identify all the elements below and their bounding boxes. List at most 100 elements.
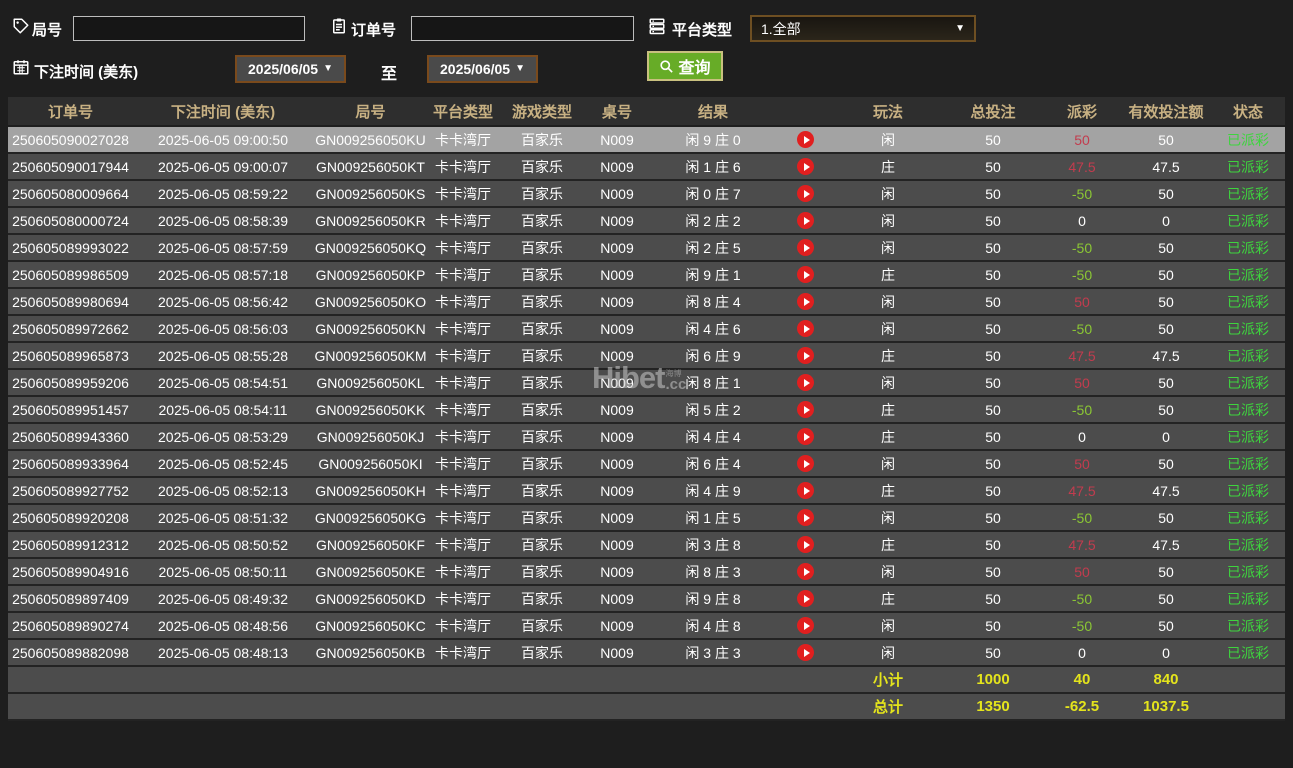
replay-play-icon[interactable]: [797, 185, 814, 203]
cell-bet-time: 2025-06-05 08:55:28: [133, 342, 313, 370]
table-row[interactable]: 250605090017944 2025-06-05 09:00:07 GN00…: [8, 153, 1285, 181]
cell-valid-bet: 50: [1121, 315, 1211, 343]
cell-play-type: 庄: [833, 477, 943, 505]
replay-play-icon[interactable]: [797, 239, 814, 257]
round-input[interactable]: [73, 16, 305, 41]
platform-label: 平台类型: [672, 22, 733, 39]
cell-table-no: N009: [586, 423, 648, 451]
cell-table-no: N009: [586, 612, 648, 640]
replay-play-icon[interactable]: [797, 536, 814, 554]
cell-game-type: 百家乐: [498, 558, 586, 586]
cell-game-type: 百家乐: [498, 369, 586, 397]
date-from-picker[interactable]: 2025/06/05 ▼: [235, 55, 346, 83]
cell-total-bet: 50: [943, 423, 1043, 451]
replay-play-icon[interactable]: [797, 482, 814, 500]
col-status: 状态: [1211, 97, 1285, 127]
cell-play-type: 闲: [833, 288, 943, 316]
col-table-no: 桌号: [586, 97, 648, 127]
replay-play-icon[interactable]: [797, 644, 814, 662]
status-badge: 已派彩: [1211, 612, 1285, 640]
table-row[interactable]: 250605089927752 2025-06-05 08:52:13 GN00…: [8, 477, 1285, 505]
table-row[interactable]: 250605089904916 2025-06-05 08:50:11 GN00…: [8, 558, 1285, 586]
replay-play-icon[interactable]: [797, 266, 814, 284]
replay-play-icon[interactable]: [797, 374, 814, 392]
order-label: 订单号: [351, 22, 397, 39]
cell-total-bet: 50: [943, 504, 1043, 532]
table-row[interactable]: 250605089951457 2025-06-05 08:54:11 GN00…: [8, 396, 1285, 424]
cell-platform: 卡卡湾厅: [428, 558, 498, 586]
table-row[interactable]: 250605089986509 2025-06-05 08:57:18 GN00…: [8, 261, 1285, 289]
cell-payout: -50: [1043, 504, 1121, 532]
cell-bet-time: 2025-06-05 08:59:22: [133, 180, 313, 208]
cell-order: 250605089965873: [8, 342, 133, 370]
col-result: 结果: [648, 97, 778, 127]
col-platform: 平台类型: [428, 97, 498, 127]
cell-game-type: 百家乐: [498, 342, 586, 370]
cell-valid-bet: 47.5: [1121, 477, 1211, 505]
total-row: 总计 1350 -62.5 1037.5: [8, 693, 1285, 721]
table-row[interactable]: 250605089980694 2025-06-05 08:56:42 GN00…: [8, 288, 1285, 316]
table-row[interactable]: 250605089993022 2025-06-05 08:57:59 GN00…: [8, 234, 1285, 262]
table-row[interactable]: 250605089890274 2025-06-05 08:48:56 GN00…: [8, 612, 1285, 640]
cell-result: 闲 3 庄 8: [648, 531, 778, 559]
cell-order: 250605089972662: [8, 315, 133, 343]
replay-play-icon[interactable]: [797, 212, 814, 230]
search-button[interactable]: 查询: [647, 51, 723, 81]
replay-play-icon[interactable]: [797, 455, 814, 473]
table-row[interactable]: 250605089920208 2025-06-05 08:51:32 GN00…: [8, 504, 1285, 532]
cell-result: 闲 4 庄 4: [648, 423, 778, 451]
cell-table-no: N009: [586, 315, 648, 343]
cell-payout: 50: [1043, 288, 1121, 316]
cell-play-type: 庄: [833, 585, 943, 613]
replay-play-icon[interactable]: [797, 320, 814, 338]
table-row[interactable]: 250605089972662 2025-06-05 08:56:03 GN00…: [8, 315, 1285, 343]
replay-play-icon[interactable]: [797, 428, 814, 446]
table-row[interactable]: 250605089965873 2025-06-05 08:55:28 GN00…: [8, 342, 1285, 370]
cell-play-type: 庄: [833, 531, 943, 559]
cell-table-no: N009: [586, 531, 648, 559]
search-button-label: 查询: [678, 60, 711, 77]
cell-total-bet: 50: [943, 261, 1043, 289]
cell-bet-time: 2025-06-05 08:54:51: [133, 369, 313, 397]
table-row[interactable]: 250605089943360 2025-06-05 08:53:29 GN00…: [8, 423, 1285, 451]
status-badge: 已派彩: [1211, 180, 1285, 208]
cell-result: 闲 3 庄 3: [648, 639, 778, 667]
cell-bet-time: 2025-06-05 08:57:59: [133, 234, 313, 262]
replay-play-icon[interactable]: [797, 401, 814, 419]
cell-table-no: N009: [586, 639, 648, 667]
table-row[interactable]: 250605089897409 2025-06-05 08:49:32 GN00…: [8, 585, 1285, 613]
replay-play-icon[interactable]: [797, 293, 814, 311]
replay-play-icon[interactable]: [797, 590, 814, 608]
cell-round: GN009256050KB: [313, 639, 428, 667]
table-row[interactable]: 250605089912312 2025-06-05 08:50:52 GN00…: [8, 531, 1285, 559]
order-input[interactable]: [411, 16, 634, 41]
cell-round: GN009256050KI: [313, 450, 428, 478]
replay-play-icon[interactable]: [797, 158, 814, 176]
replay-play-icon[interactable]: [797, 617, 814, 635]
cell-payout: -50: [1043, 234, 1121, 262]
table-row[interactable]: 250605089882098 2025-06-05 08:48:13 GN00…: [8, 639, 1285, 667]
replay-play-icon[interactable]: [797, 563, 814, 581]
cell-valid-bet: 50: [1121, 369, 1211, 397]
cell-play-type: 庄: [833, 153, 943, 181]
status-badge: 已派彩: [1211, 288, 1285, 316]
cell-payout: 0: [1043, 423, 1121, 451]
replay-play-icon[interactable]: [797, 509, 814, 527]
cell-bet-time: 2025-06-05 08:54:11: [133, 396, 313, 424]
replay-play-icon[interactable]: [797, 131, 814, 149]
platform-select[interactable]: 1.全部 ▼: [750, 15, 976, 42]
table-row[interactable]: 250605080009664 2025-06-05 08:59:22 GN00…: [8, 180, 1285, 208]
date-to-picker[interactable]: 2025/06/05 ▼: [427, 55, 538, 83]
table-row[interactable]: 250605089959206 2025-06-05 08:54:51 GN00…: [8, 369, 1285, 397]
cell-round: GN009256050KH: [313, 477, 428, 505]
col-valid-bet: 有效投注额: [1121, 97, 1211, 127]
col-order: 订单号: [8, 97, 133, 127]
cell-game-type: 百家乐: [498, 612, 586, 640]
table-row[interactable]: 250605080000724 2025-06-05 08:58:39 GN00…: [8, 207, 1285, 235]
cell-play-type: 闲: [833, 450, 943, 478]
table-row[interactable]: 250605089933964 2025-06-05 08:52:45 GN00…: [8, 450, 1285, 478]
replay-play-icon[interactable]: [797, 347, 814, 365]
cell-payout: -50: [1043, 180, 1121, 208]
cell-total-bet: 50: [943, 153, 1043, 181]
table-row[interactable]: 250605090027028 2025-06-05 09:00:50 GN00…: [8, 126, 1285, 154]
